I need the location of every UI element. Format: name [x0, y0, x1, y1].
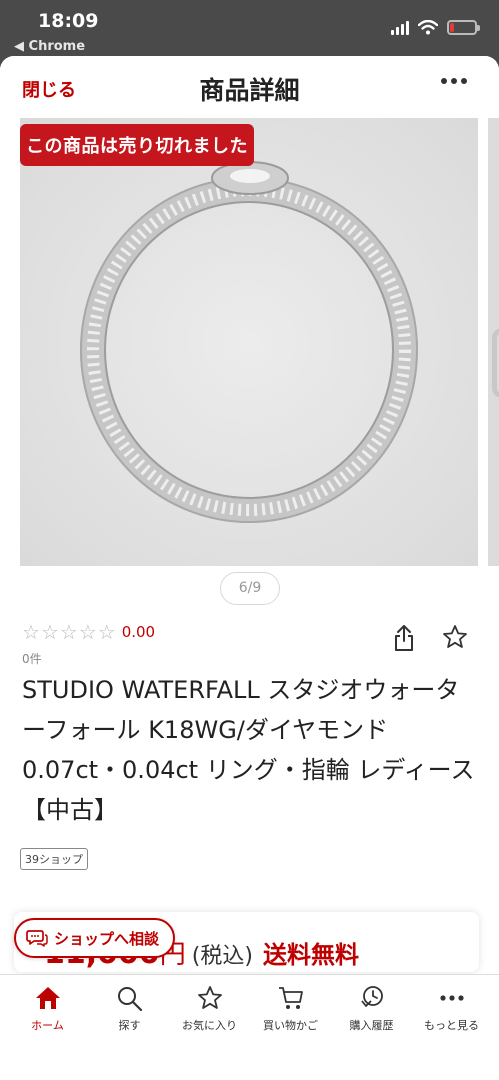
price-tax-label: (税込)	[191, 944, 253, 969]
tab-home[interactable]: ホーム	[6, 985, 89, 1033]
more-dots-icon[interactable]	[441, 78, 467, 84]
star-icon	[197, 986, 222, 1009]
history-icon	[360, 986, 383, 1007]
star-outline-icon: ☆	[59, 620, 78, 644]
consult-shop-button[interactable]: ショップへ相談	[14, 918, 176, 958]
tab-favorites[interactable]: お気に入り	[168, 985, 251, 1033]
battery-level	[450, 23, 454, 32]
status-bar: 18:09 ◀ Chrome	[0, 0, 499, 56]
tab-purchase-history[interactable]: 購入履歴	[330, 985, 413, 1033]
search-icon	[117, 987, 142, 1011]
sold-out-badge: この商品は売り切れました	[20, 124, 254, 166]
wifi-icon	[418, 20, 438, 35]
review-count[interactable]: 0件	[22, 650, 42, 667]
rating[interactable]: ☆ ☆ ☆ ☆ ☆ 0.00	[22, 622, 155, 642]
more-icon	[439, 995, 464, 1001]
status-icons	[391, 20, 480, 35]
back-to-app-link[interactable]: ◀ Chrome	[14, 39, 85, 54]
free-shipping-label: 送料無料	[262, 941, 359, 969]
star-outline-icon: ☆	[97, 620, 116, 644]
favorite-star-icon[interactable]	[442, 624, 468, 650]
rating-score: 0.00	[121, 623, 156, 641]
tab-label-search: 探す	[118, 1019, 141, 1032]
status-time: 18:09	[38, 10, 99, 32]
cart-icon	[278, 987, 303, 1009]
battery-icon	[447, 20, 480, 35]
tab-label-home: ホーム	[31, 1019, 64, 1032]
cellular-signal-icon	[391, 20, 409, 35]
home-icon	[35, 987, 60, 1009]
tab-label-favorites: お気に入り	[182, 1019, 237, 1032]
ring-image	[20, 118, 478, 566]
chat-bubble-icon	[26, 930, 48, 947]
consult-shop-label: ショップへ相談	[54, 929, 160, 948]
share-icon[interactable]	[392, 624, 416, 652]
star-outline-icon: ☆	[78, 620, 97, 644]
page-title: 商品詳細	[199, 76, 300, 105]
tab-label-more: もっと見る	[424, 1019, 479, 1032]
star-outline-icon: ☆	[40, 620, 59, 644]
next-photo-peek[interactable]	[488, 118, 499, 566]
image-gallery[interactable]: この商品は売り切れました	[0, 118, 499, 566]
header: 閉じる 商品詳細	[0, 56, 499, 118]
shop-tag: 39ショップ	[20, 848, 88, 870]
rating-stars: ☆ ☆ ☆ ☆ ☆	[22, 622, 116, 642]
photo-page-indicator: 6/9	[220, 572, 280, 605]
tab-more[interactable]: もっと見る	[410, 985, 493, 1033]
product-photo[interactable]	[20, 118, 478, 566]
tab-label-cart: 買い物かご	[263, 1019, 318, 1032]
tab-cart[interactable]: 買い物かご	[249, 985, 332, 1033]
product-title: STUDIO WATERFALL スタジオウォーターフォール K18WG/ダイヤ…	[22, 676, 475, 824]
tab-search[interactable]: 探す	[88, 985, 171, 1033]
tab-label-purchase-history: 購入履歴	[349, 1019, 394, 1032]
product-detail-sheet: 閉じる 商品詳細 この商品は売り切れました 6/9 ☆ ☆ ☆ ☆ ☆ 0.00…	[0, 56, 499, 1080]
bottom-tab-bar: ホーム 探す お気に入り 買い物かご 購入履歴 もっと見る	[0, 974, 499, 1080]
star-outline-icon: ☆	[22, 620, 40, 644]
